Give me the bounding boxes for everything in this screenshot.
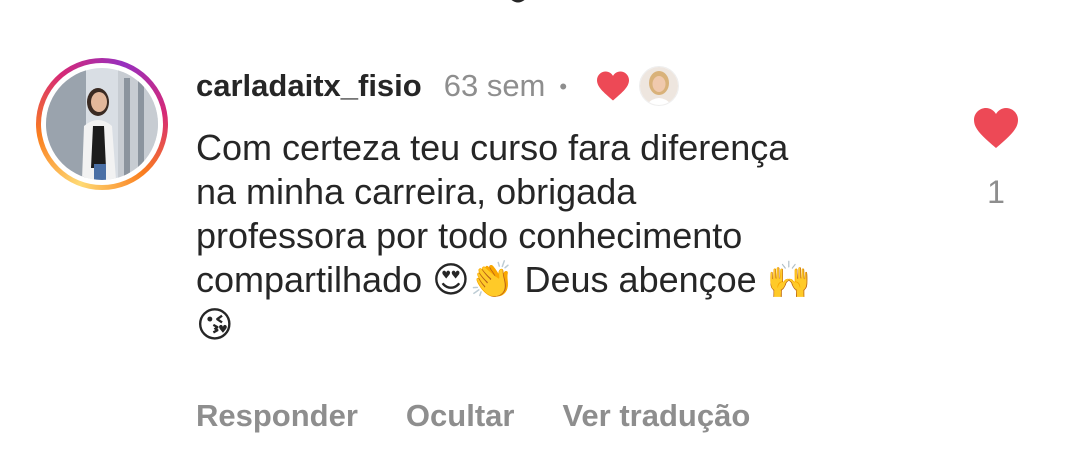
hide-button[interactable]: Ocultar: [406, 398, 515, 434]
comment-text-line: compartilhado: [196, 259, 433, 300]
comment-meta: carladaitx_fisio 63 sem •: [196, 62, 956, 110]
avatar-ring-gap: [41, 63, 163, 185]
comment-text-line: Deus abençoe: [514, 259, 767, 300]
heart-eyes-clap-emoji: 😍👏: [432, 260, 515, 301]
kiss-emoji: 😘: [196, 305, 234, 346]
comment-body: carladaitx_fisio 63 sem • Com certeza te…: [196, 62, 956, 348]
heart-filled-icon[interactable]: [971, 106, 1021, 150]
meta-separator: •: [559, 74, 568, 99]
comment-like-column: 1: [968, 106, 1024, 211]
translate-button[interactable]: Ver tradução: [562, 398, 750, 434]
author-avatar: [639, 66, 680, 106]
reply-button[interactable]: Responder: [196, 398, 358, 434]
comment-username[interactable]: carladaitx_fisio: [196, 68, 422, 104]
author-liked-heart-icon: [597, 71, 630, 101]
comment-text: Com certeza teu curso fara diferença na …: [196, 126, 926, 348]
raising-hands-emoji: 🙌: [766, 260, 812, 301]
comment-text-line: na minha carreira, obrigada: [196, 171, 637, 212]
like-count[interactable]: 1: [987, 174, 1005, 211]
comment-text-line: Com certeza teu curso fara diferença: [196, 127, 789, 168]
avatar[interactable]: [46, 68, 158, 180]
avatar-story-ring[interactable]: [36, 58, 168, 190]
scroll-fragment-icon: [511, 0, 525, 3]
comment-text-line: professora por todo conhecimento: [196, 215, 743, 256]
comment-timestamp[interactable]: 63 sem: [444, 68, 546, 104]
comment-actions: Responder Ocultar Ver tradução: [196, 398, 798, 434]
